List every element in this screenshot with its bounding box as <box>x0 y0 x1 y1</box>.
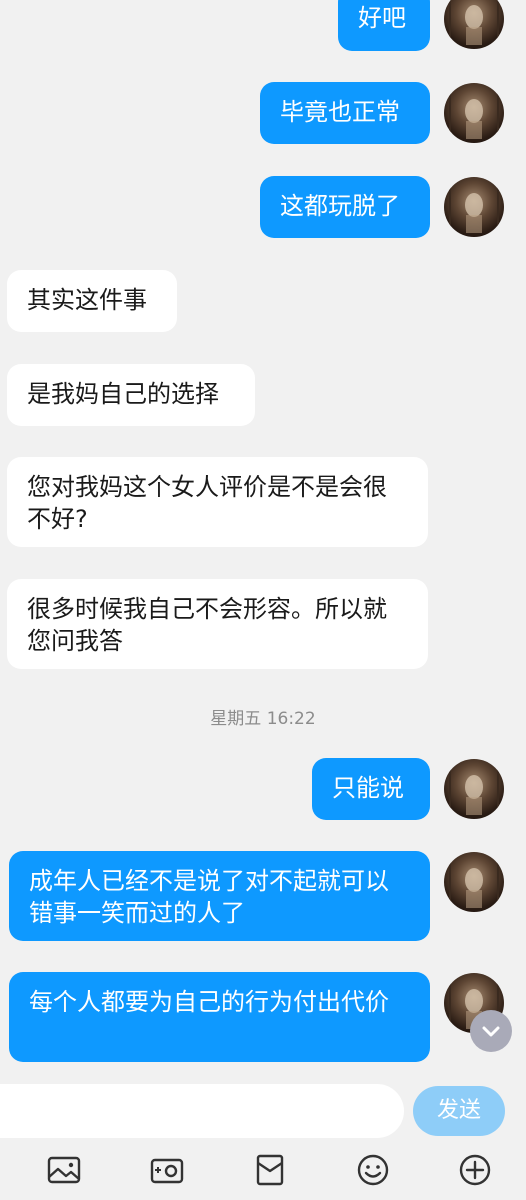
message-bubble-outgoing[interactable]: 每个人都要为自己的行为付出代价 <box>9 972 430 1062</box>
emoji-icon <box>357 1154 389 1186</box>
message-bubble-outgoing[interactable]: 毕竟也正常 <box>260 82 430 144</box>
message-bubble-outgoing[interactable]: 这都玩脱了 <box>260 176 430 238</box>
camera-icon <box>150 1158 184 1184</box>
message-bubble-incoming[interactable]: 是我妈自己的选择 <box>7 364 255 426</box>
message-bubble-incoming[interactable]: 其实这件事 <box>7 270 177 332</box>
message-bubble-outgoing[interactable]: 成年人已经不是说了对不起就可以错事一笑而过的人了 <box>9 851 430 941</box>
avatar-image <box>449 187 499 233</box>
more-button[interactable] <box>457 1152 493 1188</box>
input-bar: 发送 <box>0 1075 526 1200</box>
avatar[interactable] <box>444 759 504 819</box>
image-button[interactable] <box>46 1152 82 1188</box>
message-bubble-outgoing[interactable]: 好吧 <box>338 0 430 51</box>
camera-button[interactable] <box>149 1152 185 1188</box>
image-icon <box>47 1156 81 1184</box>
red-packet-icon <box>256 1154 284 1186</box>
scroll-to-bottom-button[interactable] <box>470 1010 512 1052</box>
emoji-button[interactable] <box>355 1152 391 1188</box>
message-input[interactable] <box>0 1084 404 1138</box>
chevron-down-icon <box>482 1026 500 1037</box>
message-timestamp: 星期五 16:22 <box>210 709 316 729</box>
avatar-image <box>449 0 499 45</box>
chat-area[interactable]: 好吧 毕竟也正常 这都玩脱了 其实这件事 是我妈自己的选择 您对我妈这个女人评价… <box>0 0 526 1075</box>
avatar-image <box>449 862 499 908</box>
red-packet-button[interactable] <box>252 1152 288 1188</box>
plus-icon <box>459 1154 491 1186</box>
send-button[interactable]: 发送 <box>413 1086 505 1136</box>
avatar[interactable] <box>444 177 504 237</box>
message-bubble-incoming[interactable]: 很多时候我自己不会形容。所以就您问我答 <box>7 579 428 669</box>
avatar[interactable] <box>444 0 504 49</box>
avatar-image <box>449 769 499 815</box>
avatar-image <box>449 93 499 139</box>
message-bubble-incoming[interactable]: 您对我妈这个女人评价是不是会很不好? <box>7 457 428 547</box>
avatar[interactable] <box>444 852 504 912</box>
avatar[interactable] <box>444 83 504 143</box>
message-bubble-outgoing[interactable]: 只能说 <box>312 758 430 820</box>
